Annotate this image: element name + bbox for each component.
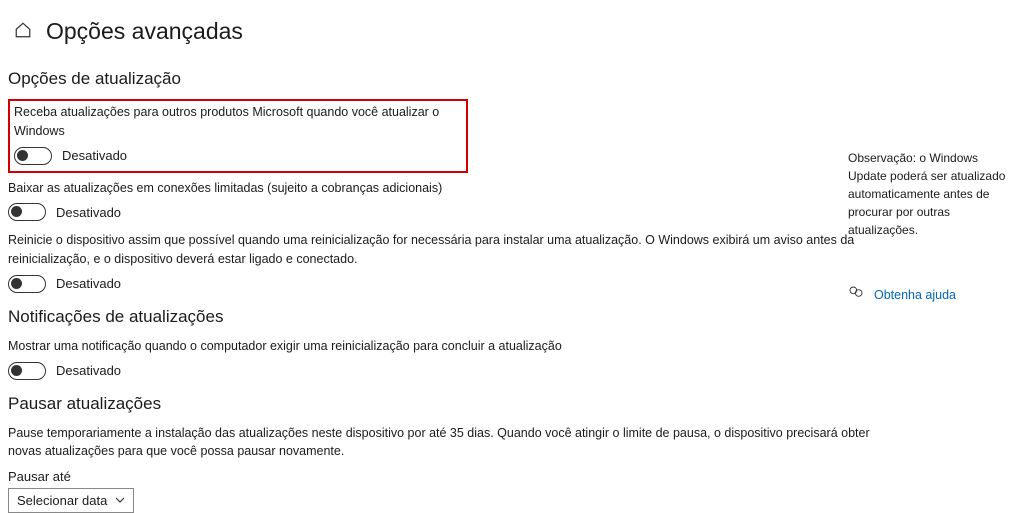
toggle-label: Desativado [56,205,121,220]
setting-desc: Mostrar uma notificação quando o computa… [8,337,878,356]
setting-desc: Receba atualizações para outros produtos… [14,103,454,141]
toggle-label: Desativado [62,148,127,163]
page-title: Opções avançadas [46,18,243,45]
sidebar-note: Observação: o Windows Update poderá ser … [848,149,1008,239]
setting-desc: Baixar as atualizações em conexões limit… [8,179,878,198]
select-value: Selecionar data [17,493,107,508]
home-icon[interactable] [14,21,32,42]
help-row[interactable]: Obtenha ajuda [848,285,1008,304]
toggle-metered[interactable] [8,203,46,221]
toggle-label: Desativado [56,276,121,291]
setting-desc: Reinicie o dispositivo assim que possíve… [8,231,878,269]
chevron-down-icon [115,493,125,508]
help-icon [848,285,864,304]
toggle-other-products[interactable] [14,147,52,165]
highlighted-setting: Receba atualizações para outros produtos… [8,99,468,173]
pause-until-select[interactable]: Selecionar data [8,488,134,513]
help-link[interactable]: Obtenha ajuda [874,288,956,302]
toggle-label: Desativado [56,363,121,378]
toggle-restart[interactable] [8,275,46,293]
section-notifications: Notificações de atualizações [8,307,1024,327]
toggle-notification[interactable] [8,362,46,380]
setting-desc: Pause temporariamente a instalação das a… [8,424,878,462]
section-pause: Pausar atualizações [8,394,1024,414]
pause-until-label: Pausar até [8,469,1024,484]
section-update-options: Opções de atualização [8,69,1024,89]
